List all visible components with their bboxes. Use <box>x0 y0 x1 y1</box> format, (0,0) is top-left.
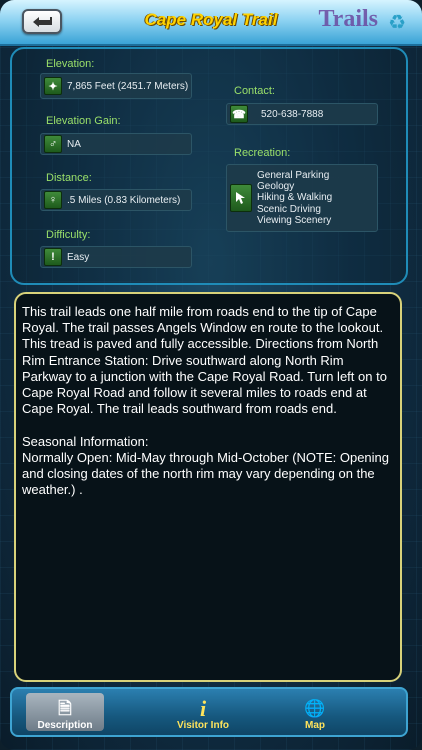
elevation-label: Elevation: <box>46 58 95 70</box>
recreation-label: Recreation: <box>234 147 291 159</box>
contact-value[interactable]: 520-638-7888 <box>261 109 323 120</box>
difficulty-label: Difficulty: <box>46 229 91 241</box>
tab-map[interactable]: 🌐 Map <box>276 693 354 732</box>
recreation-list: General Parking Geology Hiking & Walking… <box>257 170 332 226</box>
document-icon: 🗎 <box>58 699 72 718</box>
tab-description-label: Description <box>37 720 93 731</box>
distance-value: .5 Miles (0.83 Kilometers) <box>67 194 181 206</box>
page-title: Cape Royal Trail <box>144 10 278 29</box>
elevation-value: 7,865 Feet (2451.7 Meters) <box>67 80 189 92</box>
recycle-icon: ♻ <box>388 12 406 34</box>
difficulty-box: ! Easy <box>40 246 192 268</box>
cursor-icon <box>230 184 252 212</box>
elevation-gain-box: ♂ NA <box>40 133 192 155</box>
recreation-item: Viewing Scenery <box>257 214 332 226</box>
elevation-gain-label: Elevation Gain: <box>46 115 121 127</box>
contact-box[interactable]: ☎ 520-638-7888 <box>226 103 378 125</box>
difficulty-value: Easy <box>67 251 90 263</box>
recreation-item: General Parking <box>257 169 330 181</box>
contact-label: Contact: <box>234 85 275 97</box>
description-text: This trail leads one half mile from road… <box>22 304 390 498</box>
header-bar: Trails Cape Royal Trail ♻ <box>0 0 422 46</box>
elevation-value-box: ✦ 7,865 Feet (2451.7 Meters) <box>40 73 192 99</box>
elevation-gain-value: NA <box>67 138 81 150</box>
phone-icon: ☎ <box>230 105 248 123</box>
recreation-item: Scenic Driving <box>257 203 321 215</box>
info-icon: i <box>199 696 207 721</box>
description-panel[interactable]: This trail leads one half mile from road… <box>14 292 402 682</box>
tab-bar: 🗎 Description i Visitor Info 🌐 Map <box>10 687 408 737</box>
tab-map-label: Map <box>305 720 325 731</box>
pin-icon: ♀ <box>44 191 62 209</box>
recreation-box: General Parking Geology Hiking & Walking… <box>226 164 378 232</box>
compass-icon: ✦ <box>44 77 62 95</box>
tab-description[interactable]: 🗎 Description <box>26 693 104 731</box>
app-frame: Trails Cape Royal Trail ♻ Elevation: ✦ 7… <box>0 0 422 750</box>
distance-label: Distance: <box>46 172 92 184</box>
distance-box: ♀ .5 Miles (0.83 Kilometers) <box>40 189 192 211</box>
trail-info-panel: Elevation: ✦ 7,865 Feet (2451.7 Meters) … <box>10 47 408 285</box>
exclamation-icon: ! <box>44 248 62 266</box>
recreation-item: Geology <box>257 181 295 193</box>
globe-icon: 🌐 <box>304 699 326 718</box>
gain-icon: ♂ <box>44 135 62 153</box>
tab-visitor-info[interactable]: i Visitor Info <box>164 693 242 732</box>
recreation-item: Hiking & Walking <box>257 192 333 204</box>
tab-visitor-info-label: Visitor Info <box>176 720 230 731</box>
